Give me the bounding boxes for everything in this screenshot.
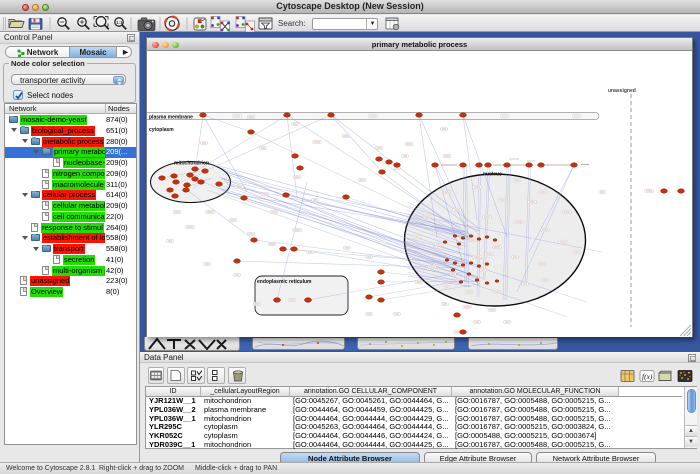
svg-text:cytoplasm: cytoplasm	[149, 127, 174, 133]
svg-text:mitochondrion: mitochondrion	[174, 161, 209, 167]
svg-text:plasma membrane: plasma membrane	[149, 115, 193, 121]
svg-text:endoplasmic reticulum: endoplasmic reticulum	[257, 279, 312, 285]
svg-text:f(x): f(x)	[642, 372, 653, 381]
svg-text:nucleus: nucleus	[483, 172, 502, 178]
svg-text:unassigned: unassigned	[608, 88, 636, 94]
svg-text:1:1: 1:1	[116, 20, 123, 25]
